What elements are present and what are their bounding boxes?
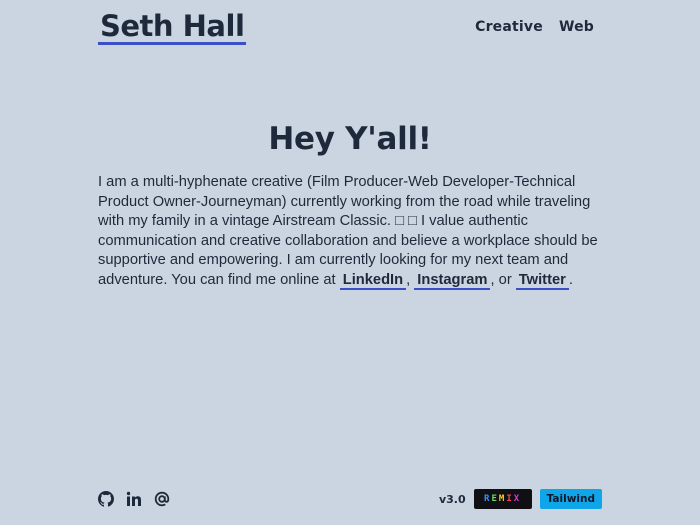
remix-letter: M	[498, 494, 507, 504]
tailwind-badge[interactable]: Tailwind	[539, 489, 602, 509]
remix-letter: R	[484, 494, 492, 504]
nav-item-creative[interactable]: Creative	[475, 19, 543, 35]
instagram-link[interactable]: Instagram	[414, 271, 491, 290]
linkedin-link[interactable]: LinkedIn	[339, 271, 407, 290]
remix-badge[interactable]: REMIX	[473, 489, 532, 509]
remix-letter: E	[491, 494, 499, 504]
github-icon[interactable]	[98, 491, 114, 507]
twitter-link[interactable]: Twitter	[515, 271, 569, 290]
link-separator: , or	[490, 271, 516, 288]
social-links	[98, 491, 170, 507]
at-sign-icon[interactable]	[154, 491, 170, 507]
bio-end: .	[568, 271, 573, 288]
tech-badges: v3.0 REMIX Tailwind	[439, 489, 602, 509]
bio-text: I am a multi-hyphenate creative (Film Pr…	[98, 174, 598, 288]
linkedin-icon[interactable]	[126, 491, 142, 507]
site-header: Seth Hall Creative Web	[98, 10, 594, 45]
remix-letter: X	[513, 494, 522, 504]
site-title-link[interactable]: Seth Hall	[98, 10, 247, 45]
remix-letter: I	[506, 494, 514, 504]
nav-item-web[interactable]: Web	[559, 19, 594, 35]
version-label: v3.0	[438, 492, 466, 506]
main-nav: Creative Web	[475, 19, 594, 35]
bio-paragraph: I am a multi-hyphenate creative (Film Pr…	[98, 173, 598, 291]
page-headline: Hey Y'all!	[268, 121, 432, 157]
site-footer: v3.0 REMIX Tailwind	[98, 489, 602, 509]
